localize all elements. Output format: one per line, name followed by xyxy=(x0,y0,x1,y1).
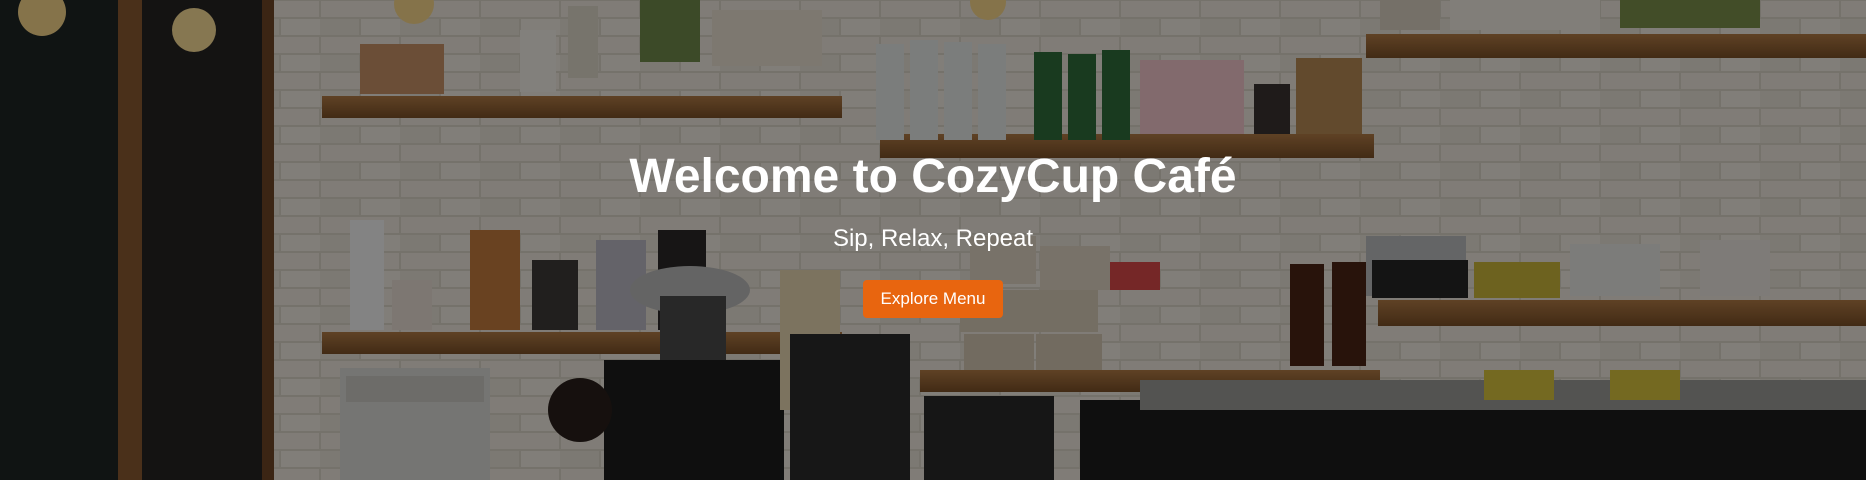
hero-content: Welcome to CozyCup Café Sip, Relax, Repe… xyxy=(0,148,1866,318)
hero-banner: Welcome to CozyCup Café Sip, Relax, Repe… xyxy=(0,0,1866,480)
hero-title: Welcome to CozyCup Café xyxy=(629,150,1237,203)
explore-menu-button[interactable]: Explore Menu xyxy=(862,280,1004,318)
hero-subtitle: Sip, Relax, Repeat xyxy=(832,225,1034,252)
